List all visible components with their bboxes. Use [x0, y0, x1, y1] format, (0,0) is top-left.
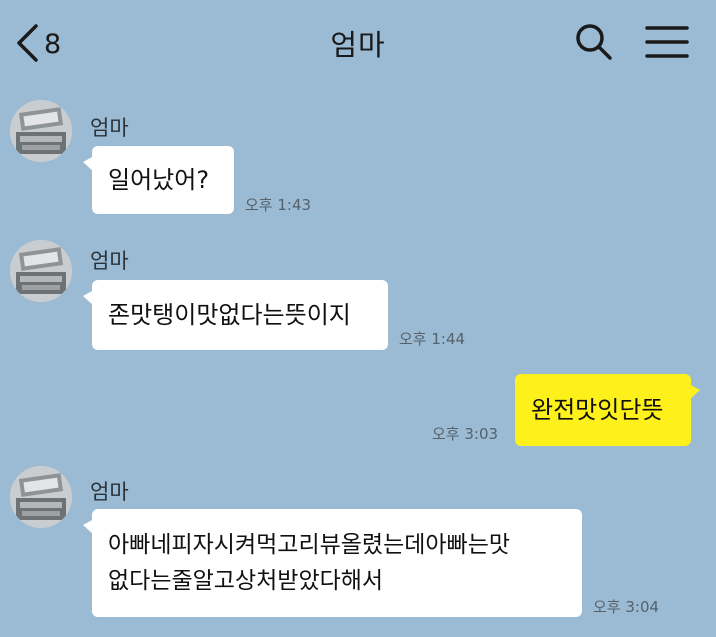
message-time: 오후 3:04: [593, 598, 660, 616]
menu-button[interactable]: [644, 20, 690, 64]
message-bubble[interactable]: 아빠네피자시켜먹고리뷰올렸는데아빠는맛 없다는줄알고상처받았다해서: [83, 509, 582, 617]
search-button[interactable]: [574, 20, 614, 64]
sender-name: 엄마: [90, 249, 129, 273]
message-time: 오후 1:44: [399, 330, 466, 348]
avatar[interactable]: [10, 466, 72, 528]
avatar[interactable]: [10, 240, 72, 302]
chat-header: 8 엄마: [0, 0, 716, 88]
sender-name: 엄마: [90, 116, 129, 140]
message-time: 오후 1:43: [245, 196, 312, 214]
avatar[interactable]: [10, 100, 72, 162]
menu-icon: [644, 20, 690, 64]
message-time: 오후 3:03: [432, 425, 499, 443]
message-bubble[interactable]: 일어났어?: [83, 146, 234, 214]
message-bubble[interactable]: 존맛탱이맛없다는뜻이지: [83, 280, 388, 350]
search-icon: [574, 20, 614, 64]
sender-name: 엄마: [90, 480, 129, 504]
message-bubble[interactable]: 완전맛잇단뜻: [515, 374, 700, 446]
